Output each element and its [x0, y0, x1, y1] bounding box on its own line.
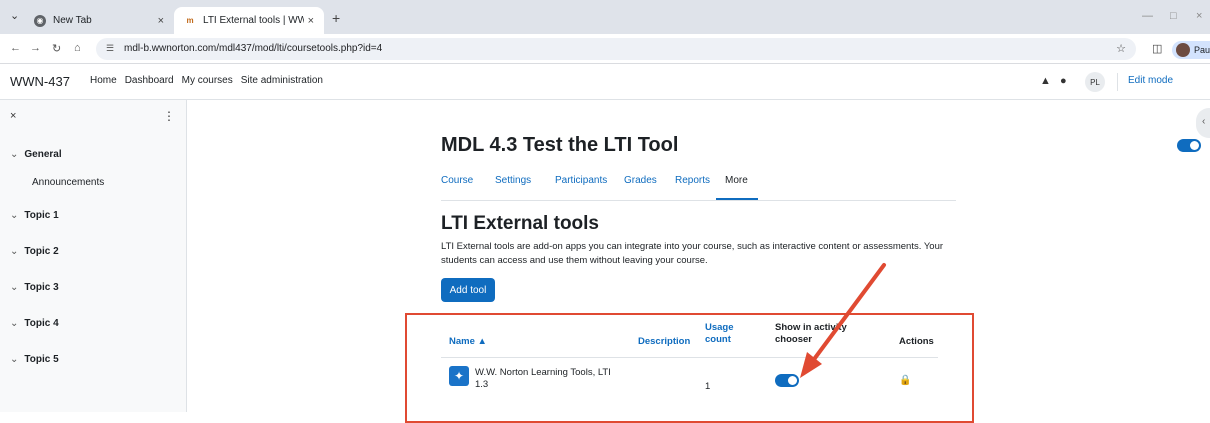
messages-icon[interactable]: ● [1060, 75, 1067, 87]
section-label: Topic 4 [24, 318, 59, 329]
column-header-description[interactable]: Description [638, 336, 690, 348]
column-header-name[interactable]: Name ▲ [449, 336, 487, 348]
primary-navigation: Home Dashboard My courses Site administr… [90, 75, 323, 86]
browser-tab-new-tab[interactable]: ◉ New Tab × [24, 7, 174, 34]
edit-mode-toggle[interactable] [1177, 139, 1201, 152]
active-tab-indicator [716, 198, 758, 200]
url-input[interactable]: ☰ mdl-b.wwnorton.com/mdl437/mod/lti/cour… [96, 38, 1136, 60]
chevron-down-icon: ⌄ [10, 149, 19, 160]
tool-name: W.W. Norton Learning Tools, LTI 1.3 [475, 367, 611, 390]
section-label: Topic 5 [24, 354, 59, 365]
course-section-topic-3[interactable]: ⌄ Topic 3 [10, 282, 59, 293]
tab-grades[interactable]: Grades [624, 175, 657, 186]
chevron-down-icon: ⌄ [10, 210, 19, 221]
course-index-drawer: × ⋮ ⌄ General Announcements ⌄ Topic 1 ⌄ Top… [0, 100, 187, 412]
course-section-general[interactable]: ⌄ General [10, 149, 62, 160]
page-heading: LTI External tools [441, 213, 600, 234]
avatar [1176, 43, 1190, 57]
user-avatar[interactable]: PL [1085, 72, 1105, 92]
usage-count: 1 [705, 381, 711, 392]
address-bar-row: ← → ↻ ⌂ ☰ mdl-b.wwnorton.com/mdl437/mod/… [0, 34, 1210, 64]
close-icon[interactable]: × [308, 15, 314, 27]
chevron-down-icon: ⌄ [10, 318, 19, 329]
section-label: Topic 1 [24, 210, 59, 221]
course-title: MDL 4.3 Test the LTI Tool [441, 134, 679, 156]
puzzle-icon: ✦ [449, 366, 469, 386]
page-description: LTI External tools are add-on apps you c… [441, 241, 944, 266]
tab-title: New Tab [53, 15, 92, 26]
notifications-bell-icon[interactable]: ▲ [1040, 75, 1051, 87]
tab-title: LTI External tools | WWN-437 [203, 15, 304, 26]
url-text: mdl-b.wwnorton.com/mdl437/mod/lti/course… [124, 43, 383, 54]
lock-icon: 🔒 [899, 375, 912, 386]
toggle-knob [1190, 141, 1199, 150]
section-label: Topic 2 [24, 246, 59, 257]
new-tab-plus-icon[interactable]: + [332, 10, 340, 26]
section-label: Topic 3 [24, 282, 59, 293]
drawer-menu-icon[interactable]: ⋮ [163, 109, 175, 123]
column-header-show-in-activity-chooser: Show in activity chooser [775, 322, 847, 345]
close-icon[interactable]: × [158, 15, 164, 27]
sort-ascending-icon: ▲ [477, 336, 487, 347]
column-header-usage-count[interactable]: Usage count [705, 322, 745, 346]
nav-item-dashboard[interactable]: Dashboard [125, 75, 174, 86]
chevron-down-icon: ⌄ [10, 354, 19, 365]
tab-more[interactable]: More [725, 175, 748, 186]
reload-icon[interactable]: ↻ [52, 42, 61, 55]
table-header-divider [441, 357, 938, 358]
show-in-activity-chooser-toggle[interactable] [775, 374, 799, 387]
chrome-icon: ◉ [34, 14, 46, 27]
site-info-icon[interactable]: ☰ [106, 43, 114, 54]
close-drawer-icon[interactable]: × [10, 110, 16, 122]
forward-icon[interactable]: → [30, 42, 41, 54]
browser-tab-lti[interactable]: m LTI External tools | WWN-437 × [174, 7, 324, 34]
edit-mode-label: Edit mode [1128, 75, 1174, 86]
course-section-topic-5[interactable]: ⌄ Topic 5 [10, 354, 59, 365]
course-section-topic-2[interactable]: ⌄ Topic 2 [10, 246, 59, 257]
nav-item-my-courses[interactable]: My courses [182, 75, 233, 86]
nav-item-home[interactable]: Home [90, 75, 117, 86]
tab-participants[interactable]: Participants [555, 175, 607, 186]
tab-settings[interactable]: Settings [495, 175, 531, 186]
secondary-navigation: Course Settings Participants Grades Repo… [441, 175, 956, 201]
add-tool-button[interactable]: Add tool [441, 278, 495, 302]
course-section-topic-1[interactable]: ⌄ Topic 1 [10, 210, 59, 221]
toggle-knob [788, 376, 797, 385]
extensions-icon[interactable]: ◫ [1152, 42, 1162, 55]
column-header-actions: Actions [899, 336, 934, 347]
profile-paused-button[interactable]: Paused [1172, 41, 1210, 59]
tab-search-icon[interactable]: ⌄ [10, 9, 19, 22]
chevron-down-icon: ⌄ [10, 282, 19, 293]
header-label: Name [449, 336, 475, 347]
moodle-icon: m [186, 16, 194, 25]
restore-icon[interactable]: □ [1170, 10, 1177, 22]
site-navbar: WWN-437 Home Dashboard My courses Site a… [0, 64, 1210, 152]
browser-tab-strip: ⌄ ◉ New Tab × m LTI External tools | WWN… [0, 0, 1210, 34]
tab-reports[interactable]: Reports [675, 175, 710, 186]
site-brand[interactable]: WWN-437 [10, 74, 70, 89]
back-icon[interactable]: ← [10, 42, 21, 54]
profile-label: Paused [1194, 45, 1210, 55]
home-icon[interactable]: ⌂ [74, 42, 81, 54]
nav-item-site-administration[interactable]: Site administration [241, 75, 323, 86]
chevron-left-icon: ‹ [1202, 116, 1206, 127]
minimize-icon[interactable]: — [1142, 10, 1153, 22]
chevron-down-icon: ⌄ [10, 246, 19, 257]
course-section-topic-4[interactable]: ⌄ Topic 4 [10, 318, 59, 329]
open-block-drawer-button[interactable]: ‹ [1196, 108, 1210, 138]
tab-course[interactable]: Course [441, 175, 473, 186]
course-item-announcements[interactable]: Announcements [32, 177, 104, 188]
navbar-divider [1117, 73, 1118, 91]
window-close-icon[interactable]: × [1196, 10, 1202, 22]
bookmark-star-icon[interactable]: ☆ [1116, 42, 1126, 55]
section-label: General [24, 149, 62, 160]
